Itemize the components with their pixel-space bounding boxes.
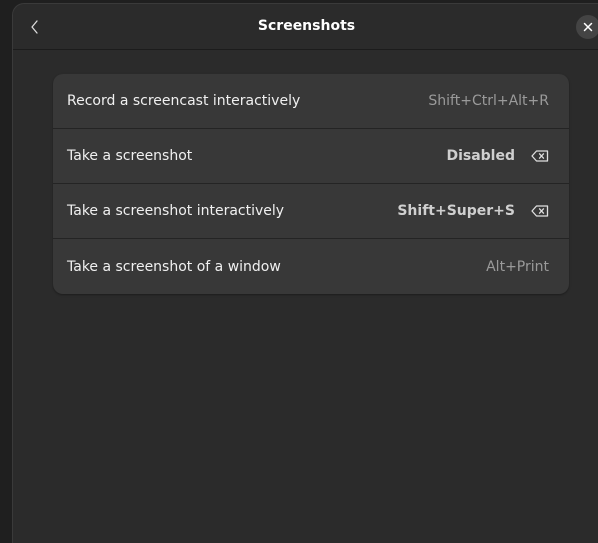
- shortcut-row-take-screenshot[interactable]: Take a screenshot Disabled: [53, 129, 569, 184]
- shortcut-accelerator: Shift+Super+S: [397, 203, 515, 219]
- shortcut-row-record-screencast[interactable]: Record a screencast interactively Shift+…: [53, 74, 569, 129]
- shortcut-list: Record a screencast interactively Shift+…: [53, 74, 569, 294]
- shortcut-label: Take a screenshot interactively: [67, 203, 285, 219]
- page-title: Screenshots: [257, 18, 356, 34]
- clear-shortcut-button[interactable]: [531, 202, 549, 220]
- shortcut-row-screenshot-window[interactable]: Take a screenshot of a window Alt+Print: [53, 239, 569, 294]
- close-button[interactable]: [576, 15, 598, 39]
- backspace-icon: [531, 205, 549, 217]
- shortcut-row-screenshot-interactive[interactable]: Take a screenshot interactively Shift+Su…: [53, 184, 569, 239]
- shortcut-accelerator: Shift+Ctrl+Alt+R: [428, 93, 549, 109]
- shortcut-accelerator: Alt+Print: [486, 258, 549, 275]
- header-bar: Screenshots: [13, 4, 598, 50]
- shortcut-label: Record a screencast interactively: [67, 93, 301, 109]
- close-icon: [583, 22, 593, 32]
- backspace-icon: [531, 150, 549, 162]
- shortcut-label: Take a screenshot of a window: [67, 258, 281, 275]
- clear-shortcut-button[interactable]: [531, 147, 549, 165]
- shortcut-label: Take a screenshot: [67, 148, 193, 164]
- shortcut-accelerator: Disabled: [446, 148, 515, 164]
